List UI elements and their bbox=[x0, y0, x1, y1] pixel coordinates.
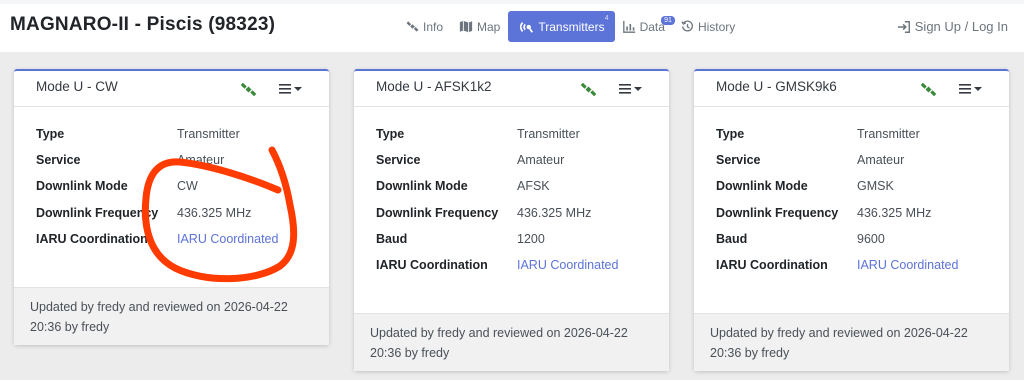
card-footer: Updated by fredy and reviewed on 2026-04… bbox=[354, 313, 669, 371]
footer-line-1: Updated by fredy and reviewed on 2026-04… bbox=[370, 326, 628, 340]
map-icon bbox=[459, 20, 473, 33]
property-value: Transmitter bbox=[177, 127, 240, 141]
tab-history-label: History bbox=[697, 19, 736, 34]
transmitter-card: Mode U - GMSK9k6 Type Transmitter Service… bbox=[694, 69, 1009, 371]
property-value: Amateur bbox=[857, 153, 905, 168]
satellite-icon bbox=[580, 82, 597, 97]
footer-line-2: 20:36 by fredy bbox=[30, 320, 110, 334]
transmitter-card: Mode U - CW Type Transmitter Service Amate… bbox=[14, 69, 329, 345]
history-icon bbox=[681, 20, 693, 32]
property-key: Downlink Mode bbox=[716, 179, 808, 194]
iaru-link[interactable]: IARU Coordinated bbox=[517, 258, 618, 272]
property-key: Service bbox=[36, 153, 81, 168]
page-header: MAGNARO-II - Piscis (98323) Info Map Tra… bbox=[0, 4, 1024, 52]
caret-down-icon bbox=[294, 86, 302, 91]
property-value: 9600 bbox=[857, 231, 885, 246]
card-footer: Updated by fredy and reviewed on 2026-04… bbox=[14, 287, 329, 345]
property-key: Downlink Mode bbox=[36, 179, 128, 194]
property-value: CW bbox=[177, 179, 198, 194]
footer-line-1: Updated by fredy and reviewed on 2026-04… bbox=[710, 326, 968, 340]
tab-transmitters-label: Transmitters bbox=[538, 19, 605, 34]
tab-map[interactable]: Map bbox=[451, 11, 508, 42]
satellite-icon bbox=[406, 21, 419, 32]
property-key: Type bbox=[716, 127, 745, 141]
tab-map-label: Map bbox=[477, 19, 501, 34]
property-value: Amateur bbox=[517, 153, 565, 168]
property-key: Downlink Frequency bbox=[376, 205, 499, 220]
tab-info[interactable]: Info bbox=[398, 11, 451, 42]
property-key: Downlink Frequency bbox=[716, 205, 839, 220]
property-key: Baud bbox=[376, 231, 408, 246]
tab-transmitters[interactable]: Transmitters 4 bbox=[508, 11, 615, 42]
property-key: IARU Coordination bbox=[36, 231, 148, 246]
menu-icon bbox=[959, 84, 971, 94]
property-key: Type bbox=[36, 127, 65, 141]
chart-icon bbox=[622, 20, 635, 33]
sign-in-icon bbox=[897, 20, 910, 33]
card-header: Mode U - AFSK1k2 bbox=[354, 71, 669, 107]
card-menu-button[interactable] bbox=[279, 83, 302, 94]
property-value: Transmitter bbox=[517, 127, 580, 141]
property-value: 436.325 MHz bbox=[177, 205, 252, 220]
footer-line-2: 20:36 by fredy bbox=[710, 346, 790, 360]
card-title: Mode U - AFSK1k2 bbox=[376, 79, 492, 94]
tab-info-label: Info bbox=[423, 19, 444, 34]
property-key: Downlink Mode bbox=[376, 179, 468, 194]
satellite-icon bbox=[240, 82, 257, 97]
caret-down-icon bbox=[634, 86, 642, 91]
property-value: 1200 bbox=[517, 231, 545, 246]
card-footer: Updated by fredy and reviewed on 2026-04… bbox=[694, 313, 1009, 371]
card-header: Mode U - GMSK9k6 bbox=[694, 71, 1009, 107]
property-value: Amateur bbox=[177, 153, 225, 168]
satellite-nav: Info Map Transmitters 4 Data 91 History bbox=[398, 11, 743, 42]
antenna-icon bbox=[520, 21, 534, 33]
tab-data[interactable]: Data 91 bbox=[615, 11, 675, 42]
tab-history[interactable]: History bbox=[673, 11, 743, 42]
property-key: Downlink Frequency bbox=[36, 205, 159, 220]
iaru-link[interactable]: IARU Coordinated bbox=[177, 232, 278, 246]
property-value: 436.325 MHz bbox=[857, 205, 932, 220]
property-value: 436.325 MHz bbox=[517, 205, 592, 220]
card-menu-button[interactable] bbox=[959, 83, 982, 94]
caret-down-icon bbox=[974, 86, 982, 91]
property-key: Service bbox=[716, 153, 761, 168]
menu-icon bbox=[619, 84, 631, 94]
card-title: Mode U - CW bbox=[36, 79, 118, 94]
property-value: GMSK bbox=[857, 179, 894, 194]
property-key: Type bbox=[376, 127, 405, 141]
login-link[interactable]: Sign Up / Log In bbox=[897, 19, 1008, 34]
property-value: Transmitter bbox=[857, 127, 920, 141]
satellite-icon bbox=[920, 82, 937, 97]
footer-line-1: Updated by fredy and reviewed on 2026-04… bbox=[30, 300, 288, 314]
property-key: Baud bbox=[716, 231, 748, 246]
menu-icon bbox=[279, 84, 291, 94]
property-key: IARU Coordination bbox=[376, 257, 488, 272]
iaru-link[interactable]: IARU Coordinated bbox=[857, 258, 958, 272]
card-header: Mode U - CW bbox=[14, 71, 329, 107]
card-title: Mode U - GMSK9k6 bbox=[716, 79, 837, 94]
footer-line-2: 20:36 by fredy bbox=[370, 346, 450, 360]
transmitters-count-badge: 4 bbox=[604, 15, 609, 22]
property-key: Service bbox=[376, 153, 421, 168]
property-key: IARU Coordination bbox=[716, 257, 828, 272]
login-label: Sign Up / Log In bbox=[914, 19, 1008, 34]
transmitter-card: Mode U - AFSK1k2 Type Transmitter Service… bbox=[354, 69, 669, 371]
card-menu-button[interactable] bbox=[619, 83, 642, 94]
page-title: MAGNARO-II - Piscis (98323) bbox=[10, 14, 276, 35]
property-value: AFSK bbox=[517, 179, 550, 194]
